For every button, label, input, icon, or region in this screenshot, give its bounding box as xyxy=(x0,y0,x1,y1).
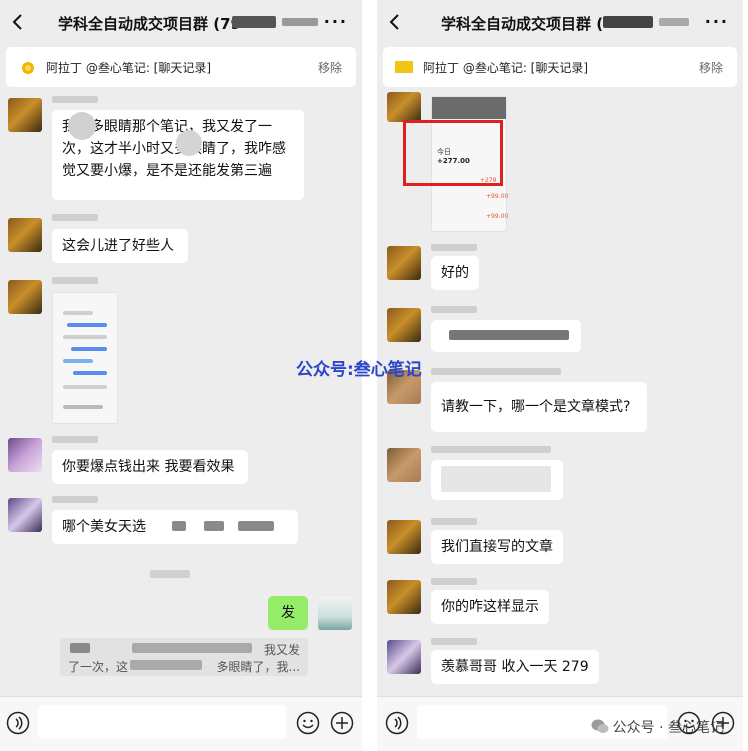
sender-name-redacted xyxy=(52,436,98,443)
sender-name-redacted xyxy=(431,446,551,453)
message-bubble[interactable]: 你要爆点钱出来 我要看效果 xyxy=(52,450,248,484)
redaction xyxy=(238,521,274,531)
quote-line: 了一次，这 xyxy=(68,660,129,674)
remove-pin-button[interactable]: 移除 xyxy=(318,59,342,76)
image-amount: +99.00 xyxy=(486,213,509,220)
pinned-message[interactable]: 阿拉丁 @叁心笔记: [聊天记录] 移除 xyxy=(383,47,737,87)
redaction-blob xyxy=(68,112,96,140)
sender-name-redacted xyxy=(52,214,98,221)
message-input[interactable] xyxy=(38,705,286,739)
message-bubble[interactable]: 这会儿进了好些人 xyxy=(52,229,188,263)
quote-line: 多眼睛了，我... xyxy=(216,660,300,674)
sun-icon xyxy=(22,62,34,74)
avatar[interactable] xyxy=(387,308,421,342)
message-text: 哪个美女天选 xyxy=(62,519,146,535)
avatar[interactable] xyxy=(387,580,421,614)
redaction xyxy=(449,330,569,340)
redacted-title xyxy=(603,16,653,28)
sender-name-redacted xyxy=(431,244,477,251)
sender-name-redacted xyxy=(431,518,477,525)
redaction xyxy=(441,466,551,492)
footer-watermark: 公众号 · 叁心笔记 xyxy=(591,717,724,737)
pinned-text: 阿拉丁 @叁心笔记: [聊天记录] xyxy=(423,61,589,75)
image-amount: +99.00 xyxy=(486,193,509,200)
avatar[interactable] xyxy=(387,246,421,280)
avatar[interactable] xyxy=(387,520,421,554)
avatar[interactable] xyxy=(387,640,421,674)
footer-watermark-text: 公众号 · 叁心笔记 xyxy=(612,720,724,736)
group-title: 学科全自动成交项目群 (79 xyxy=(58,15,241,33)
chat-screen-right: 学科全自动成交项目群 ( ··· 阿拉丁 @叁心笔记: [聊天记录] 移除 今日… xyxy=(377,0,743,751)
avatar[interactable] xyxy=(8,98,42,132)
redaction xyxy=(204,521,224,531)
message-bubble[interactable]: 羡慕哥哥 收入一天 279 xyxy=(431,650,599,684)
image-header-bar xyxy=(432,97,506,119)
add-icon[interactable] xyxy=(330,711,354,735)
group-title: 学科全自动成交项目群 ( xyxy=(441,15,604,33)
redaction xyxy=(70,643,90,653)
redaction xyxy=(132,643,252,653)
pinned-message[interactable]: 阿拉丁 @叁心笔记: [聊天记录] 移除 xyxy=(6,47,356,87)
message-bubble[interactable]: 好的 xyxy=(431,256,479,290)
message-bubble[interactable]: 请教一下，哪一个是文章模式? xyxy=(431,382,647,432)
watermark-text: 公众号:叁心笔记 xyxy=(296,360,422,380)
redacted-title xyxy=(659,18,689,26)
folder-icon xyxy=(395,61,413,73)
sender-name-redacted xyxy=(431,638,477,645)
sender-name-redacted xyxy=(431,306,477,313)
avatar[interactable] xyxy=(8,280,42,314)
redaction xyxy=(172,521,186,531)
back-icon[interactable] xyxy=(8,12,28,32)
redaction-blob xyxy=(176,130,202,156)
redacted-timestamp xyxy=(150,570,190,578)
wechat-icon xyxy=(591,719,609,733)
redacted-title xyxy=(232,16,276,28)
sender-name-redacted xyxy=(431,578,477,585)
more-icon[interactable]: ··· xyxy=(705,12,729,31)
sender-name-redacted xyxy=(431,368,561,375)
image-message[interactable] xyxy=(52,292,118,424)
avatar[interactable] xyxy=(8,438,42,472)
sender-name-redacted xyxy=(52,96,98,103)
voice-icon[interactable] xyxy=(6,711,30,735)
voice-icon[interactable] xyxy=(385,711,409,735)
emoji-icon[interactable] xyxy=(296,711,320,735)
remove-pin-button[interactable]: 移除 xyxy=(699,59,723,76)
sender-name-redacted xyxy=(52,277,98,284)
sender-name-redacted xyxy=(52,496,98,503)
redaction xyxy=(130,660,202,670)
chat-header: 学科全自动成交项目群 ( ··· xyxy=(377,0,743,44)
redacted-title xyxy=(282,18,318,26)
pinned-text: 阿拉丁 @叁心笔记: [聊天记录] xyxy=(46,61,212,75)
my-avatar[interactable] xyxy=(318,596,352,630)
message-bubble[interactable]: 你的咋这样显示 xyxy=(431,590,549,624)
avatar[interactable] xyxy=(387,448,421,482)
input-bar xyxy=(0,696,362,751)
avatar[interactable] xyxy=(8,498,42,532)
chat-header: 学科全自动成交项目群 (79 ··· xyxy=(0,0,362,44)
avatar[interactable] xyxy=(8,218,42,252)
avatar[interactable] xyxy=(387,92,421,122)
more-icon[interactable]: ··· xyxy=(324,12,348,31)
sent-message-bubble[interactable]: 发 xyxy=(268,596,308,630)
back-icon[interactable] xyxy=(385,12,405,32)
highlight-box xyxy=(403,120,503,186)
message-bubble[interactable]: 我们直接写的文章 xyxy=(431,530,563,564)
